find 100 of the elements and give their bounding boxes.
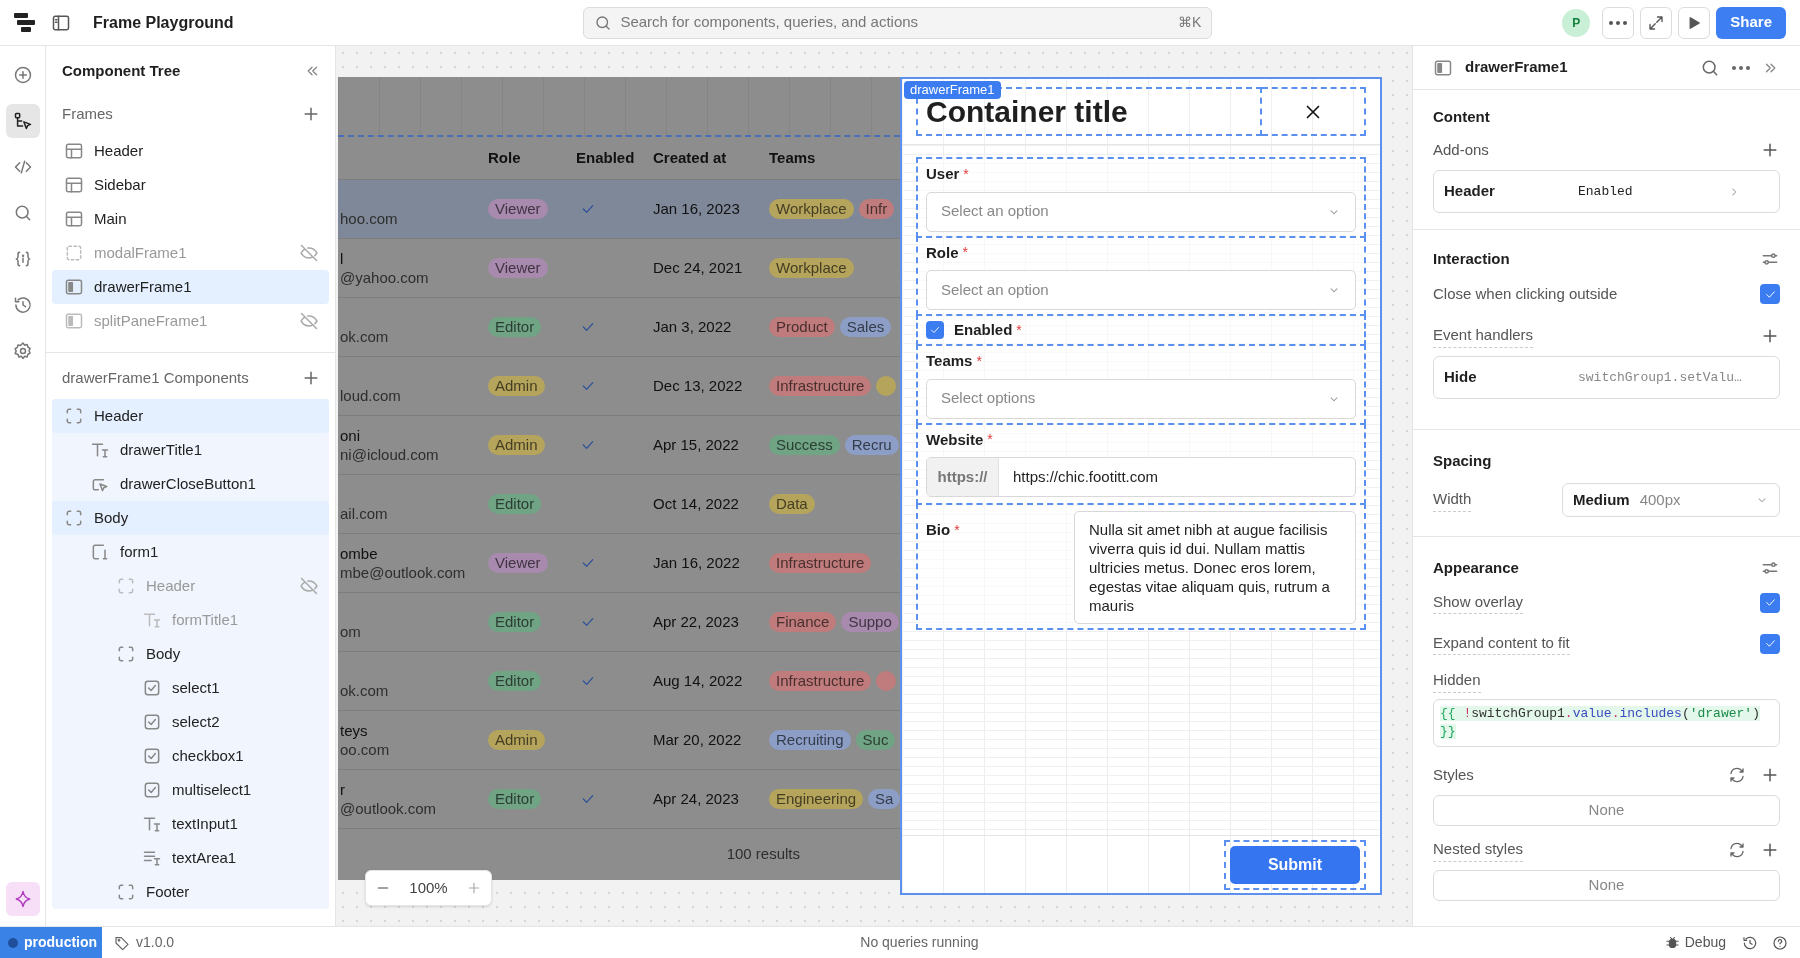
table-cell-text: ok.com [340, 681, 390, 700]
table-row[interactable]: hoo.com Viewer Jan 16, 2023 Workplace Infr [338, 180, 900, 239]
assistant-button[interactable] [5, 882, 40, 916]
table-row[interactable]: ombe mbe@outlook.com Viewer Jan 16, 2022 Infrastructure [338, 534, 900, 593]
tree-item[interactable]: drawerFrame1 [52, 270, 329, 304]
checkbox[interactable] [926, 321, 944, 339]
table-cell-text: Jan 3, 2022 [653, 316, 733, 337]
checkbox-icon [142, 678, 162, 698]
table-row[interactable]: r @outlook.com Editor Apr 24, 2023 Engineering Sa [338, 770, 900, 829]
submit-button[interactable]: Submit [1230, 845, 1360, 884]
tree-item[interactable]: Header [52, 134, 329, 168]
table-row[interactable]: ok.com Editor Jan 3, 2022 Product Sales [338, 298, 900, 357]
bio-field[interactable]: Nulla sit amet nibh at augue facilisis viverra quis id dui. Nullam mattis ultricies metus. Donec eros lorem, egestas vitae aliquam quis, rutrum a mauris [1074, 511, 1356, 624]
container-icon [116, 644, 136, 664]
environment-badge[interactable]: production [0, 927, 102, 958]
play-button[interactable] [1678, 6, 1711, 39]
table-row[interactable]: teys oo.com Admin Mar 20, 2022 Recruiting Suc [338, 711, 900, 770]
layout-icon [64, 141, 84, 161]
search-field[interactable]: Search for components, queries, and actions ⌘K [583, 6, 1213, 39]
more-icon[interactable] [1732, 65, 1750, 70]
inspector-title: drawerFrame1 [1465, 57, 1569, 78]
styles-field[interactable]: None [1433, 795, 1780, 826]
table-row[interactable]: ail.com Editor Oct 14, 2022 Data [338, 475, 900, 534]
nested-styles-field[interactable]: None [1433, 870, 1780, 901]
eye-off-icon[interactable] [299, 311, 319, 331]
tree-item[interactable]: textInput1 [52, 807, 329, 841]
expand-button[interactable] [1640, 6, 1673, 39]
history-icon [12, 295, 33, 315]
checkbox-icon [142, 746, 162, 766]
section-heading: Spacing [1433, 450, 1492, 471]
select-field[interactable]: Select an option [926, 191, 1356, 232]
tree-item[interactable]: Body [52, 501, 329, 535]
more-button[interactable] [1602, 6, 1635, 39]
tag: Recru [844, 435, 899, 455]
table-cell-text: teys [340, 721, 369, 740]
layout-icon [64, 209, 84, 229]
table-row[interactable]: loud.com Admin Dec 13, 2022 Infrastructure [338, 357, 900, 416]
select-field[interactable]: Select an option [926, 270, 1356, 310]
required-mark: * [987, 430, 993, 450]
table-cell-text: Dec 24, 2021 [653, 257, 744, 278]
tree-item[interactable]: select1 [52, 671, 329, 705]
tree-item[interactable]: drawerCloseButton1 [52, 467, 329, 501]
tree-item[interactable]: Footer [52, 875, 329, 909]
app-title: Frame Playground [93, 12, 234, 33]
required-mark: * [954, 520, 960, 540]
table-cell-text: ail.com [340, 504, 389, 523]
table-row[interactable]: oni ni@icloud.com Admin Apr 15, 2022 Success Recru [338, 416, 900, 475]
property-label: Add-ons [1433, 139, 1489, 160]
checkbox[interactable] [1760, 633, 1780, 654]
eye-off-icon[interactable] [299, 243, 319, 263]
field-label: Teams [926, 351, 973, 371]
container-icon [64, 406, 84, 426]
code-field[interactable]: {{ !switchGroup1.value.includes('drawer') }} [1433, 699, 1780, 747]
tree-item[interactable]: Header [52, 399, 329, 433]
text-icon [142, 610, 162, 630]
debug-button[interactable]: Debug [1664, 932, 1726, 953]
refresh-icon[interactable] [1728, 841, 1746, 859]
tree-item[interactable]: Body [52, 637, 329, 671]
tree-item[interactable]: textArea1 [52, 841, 329, 875]
help-icon[interactable] [1772, 934, 1788, 951]
avatar[interactable]: P [1562, 8, 1591, 37]
table-cell-text: ombe [340, 544, 379, 563]
section-heading: Content [1433, 106, 1490, 127]
table-cell-text: Jan 16, 2023 [653, 198, 741, 219]
tree-item[interactable]: drawerTitle1 [52, 433, 329, 467]
shortcut-hint: ⌘K [1178, 13, 1202, 32]
version-label[interactable]: v1.0.0 [136, 932, 175, 953]
history-icon[interactable] [1742, 934, 1758, 951]
tag: Editor [488, 671, 542, 691]
event-handler-row[interactable]: Hide switchGroup1.setValu… [1433, 356, 1780, 399]
checkbox[interactable] [1760, 284, 1780, 304]
property-label: Width [1433, 488, 1472, 512]
url-field[interactable]: https:// https://chic.footitt.com [926, 457, 1356, 497]
tree-item[interactable]: Main [52, 202, 329, 236]
table-cell-text: Aug 14, 2022 [653, 670, 744, 691]
bug-icon [1664, 935, 1680, 950]
property-label: Show overlay [1433, 590, 1524, 615]
table-row[interactable]: ok.com Editor Aug 14, 2022 Infrastructure [338, 652, 900, 711]
tree-tab[interactable] [5, 104, 40, 138]
tag: Viewer [488, 258, 548, 278]
select-field[interactable]: Select options [926, 378, 1356, 419]
table-row[interactable]: l @yahoo.com Viewer Dec 24, 2021 Workplace [338, 239, 900, 298]
tree-item[interactable]: checkbox1 [52, 739, 329, 773]
checkbox[interactable] [1760, 592, 1780, 613]
table-cell-text: mbe@outlook.com [340, 563, 467, 582]
tree-item[interactable]: select2 [52, 705, 329, 739]
section-label: Frames [62, 103, 113, 124]
tree-item[interactable]: form1 [52, 535, 329, 569]
property-label: Styles [1433, 764, 1474, 785]
tree-item[interactable]: Sidebar [52, 168, 329, 202]
width-select[interactable]: Medium 400px [1562, 483, 1780, 517]
check-icon [1763, 637, 1777, 650]
tree-item[interactable]: multiselect1 [52, 773, 329, 807]
refresh-icon[interactable] [1728, 766, 1746, 784]
check-icon [1763, 596, 1777, 609]
addon-row[interactable]: Header Enabled [1433, 170, 1780, 213]
share-button[interactable]: Share [1716, 6, 1786, 39]
eye-off-icon[interactable] [299, 576, 319, 596]
table-row[interactable]: om Editor Apr 22, 2023 Finance Suppo [338, 593, 900, 652]
tag: Infrastructure [769, 376, 872, 396]
